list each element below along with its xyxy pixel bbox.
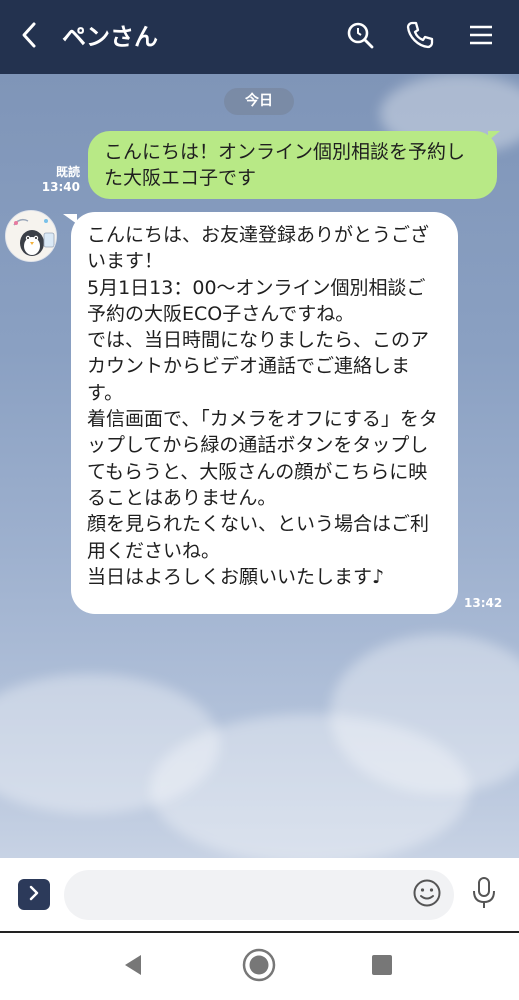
chevron-left-icon bbox=[19, 20, 39, 54]
voice-button[interactable] bbox=[466, 876, 502, 914]
sent-message-bubble[interactable]: こんにちは！オンライン個別相談を予約した大阪エコ子です bbox=[88, 131, 497, 199]
mic-icon bbox=[471, 876, 497, 914]
call-button[interactable] bbox=[401, 18, 439, 56]
system-nav-bar bbox=[0, 933, 519, 1000]
system-back-button[interactable] bbox=[113, 947, 153, 987]
system-home-button[interactable] bbox=[239, 947, 279, 987]
chat-header: ペンさん bbox=[0, 0, 519, 74]
received-timestamp: 13:42 bbox=[464, 596, 503, 610]
system-recents-button[interactable] bbox=[362, 947, 402, 987]
message-input[interactable] bbox=[64, 870, 454, 920]
date-separator: 今日 bbox=[224, 88, 294, 115]
home-circle-icon bbox=[241, 947, 277, 987]
received-message-bubble[interactable]: こんにちは、お友達登録ありがとうございます！ 5月1日13：00〜オンライン個別… bbox=[71, 212, 458, 614]
expand-icon bbox=[27, 885, 41, 905]
back-triangle-icon bbox=[121, 953, 145, 981]
search-icon bbox=[345, 20, 375, 54]
chat-title: ペンさん bbox=[62, 23, 158, 51]
sent-timestamp: 13:40 bbox=[41, 180, 80, 194]
phone-icon bbox=[405, 20, 435, 54]
penguin-avatar[interactable] bbox=[5, 210, 57, 262]
back-button[interactable] bbox=[14, 18, 44, 56]
message-input-bar bbox=[0, 858, 519, 931]
recents-square-icon bbox=[370, 953, 394, 981]
emoji-icon bbox=[412, 878, 442, 912]
search-button[interactable] bbox=[341, 18, 379, 56]
chat-area[interactable]: 今日 既読 13:40 こんにちは！オンライン個別相談を予約した大阪エコ子です … bbox=[0, 74, 519, 858]
menu-button[interactable] bbox=[462, 18, 500, 56]
read-receipt: 既読 bbox=[55, 165, 80, 179]
menu-icon bbox=[468, 23, 494, 51]
expand-button[interactable] bbox=[18, 879, 50, 910]
emoji-button[interactable] bbox=[410, 878, 444, 912]
